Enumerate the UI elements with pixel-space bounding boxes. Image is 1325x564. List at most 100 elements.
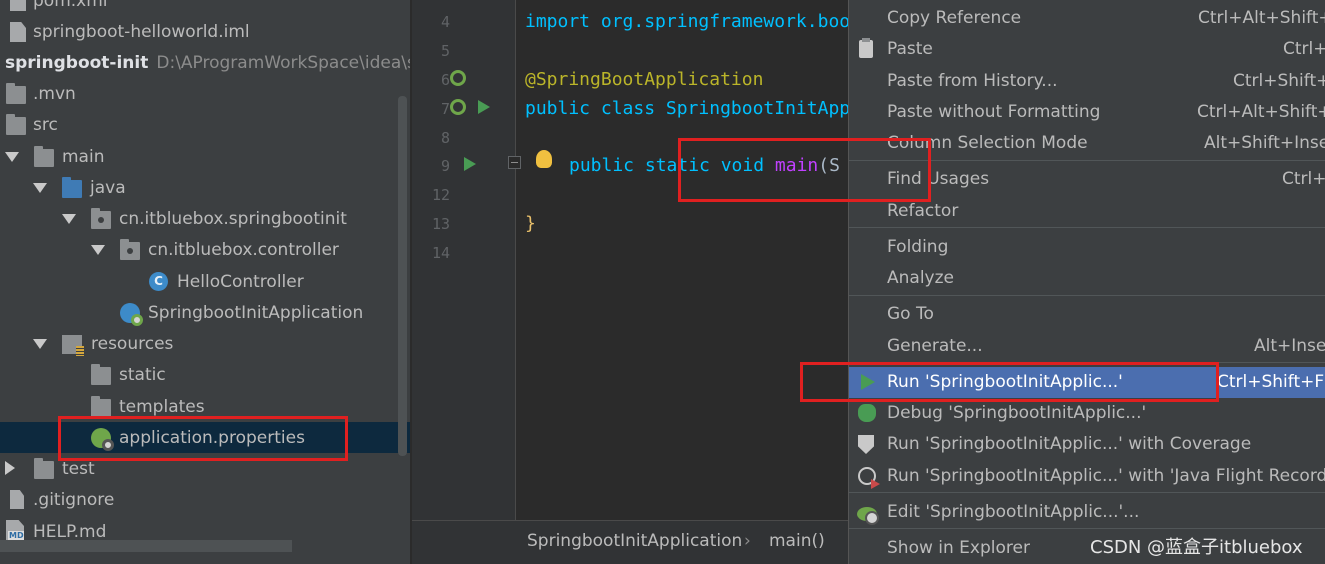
breadcrumb-class[interactable]: SpringbootInitApplication: [527, 531, 742, 551]
menu-item-label: Analyze: [887, 268, 954, 288]
tree-item-gitignore[interactable]: .gitignore: [0, 484, 410, 515]
highlight-box-run-item: [800, 362, 1219, 402]
folder-icon: [34, 146, 54, 167]
menu-item-generate[interactable]: Generate... Alt+Insert: [849, 331, 1325, 362]
menu-item-analyze[interactable]: Analyze: [849, 263, 1325, 294]
menu-item-run-with-coverage[interactable]: Run 'SpringbootInitApplic...' with Cover…: [849, 429, 1325, 460]
intention-bulb-icon[interactable]: [536, 150, 552, 168]
tree-item-pom-xml[interactable]: pom.xml: [0, 0, 410, 16]
edit-configuration-icon: [857, 507, 879, 525]
tree-item-mvn[interactable]: .mvn: [0, 78, 410, 109]
collapse-arrow-icon[interactable]: [5, 461, 15, 475]
code-keyword: public class: [525, 98, 656, 119]
package-icon: [120, 239, 140, 260]
menu-item-edit-configuration[interactable]: Edit 'SpringbootInitApplic...'...: [849, 497, 1325, 528]
folder-icon: [6, 83, 26, 104]
run-gutter-icon[interactable]: [464, 157, 476, 171]
tree-item-label: .gitignore: [33, 489, 115, 510]
menu-item-shortcut: Ctrl+G: [1282, 169, 1325, 189]
spring-bean-gutter-icon[interactable]: [450, 70, 466, 86]
spring-bean-gutter-icon[interactable]: [450, 99, 466, 115]
coverage-icon: [858, 435, 874, 454]
tree-item-label: main: [62, 146, 105, 167]
class-icon: C: [149, 272, 168, 291]
tree-item-package-springbootinit[interactable]: cn.itbluebox.springbootinit: [0, 203, 410, 234]
line-number: 14: [431, 244, 450, 262]
code-brace: }: [525, 213, 536, 234]
tree-item-label: static: [119, 364, 166, 385]
menu-item-go-to[interactable]: Go To: [849, 299, 1325, 330]
menu-item-folding[interactable]: Folding: [849, 232, 1325, 263]
module-name: springboot-init: [5, 52, 149, 73]
tree-item-resources[interactable]: resources: [0, 328, 410, 359]
fold-toggle-icon[interactable]: [508, 156, 521, 169]
tree-item-main[interactable]: main: [0, 141, 410, 172]
tree-item-iml[interactable]: springboot-helloworld.iml: [0, 16, 410, 47]
line-number: 13: [431, 215, 450, 233]
resources-folder-icon: [62, 335, 84, 356]
expand-arrow-icon[interactable]: [91, 245, 105, 255]
menu-item-paste-without-formatting[interactable]: Paste without Formatting Ctrl+Alt+Shift+…: [849, 97, 1325, 128]
csdn-watermark: CSDN @蓝盒子itbluebox: [1090, 537, 1303, 558]
tree-item-package-controller[interactable]: cn.itbluebox.controller: [0, 234, 410, 265]
module-file-icon: [10, 22, 26, 42]
menu-item-paste[interactable]: Paste Ctrl+V: [849, 34, 1325, 65]
code-keyword: import: [525, 11, 591, 32]
menu-item-paste-from-history[interactable]: Paste from History... Ctrl+Shift+V: [849, 66, 1325, 97]
expand-arrow-icon[interactable]: [62, 214, 76, 224]
menu-item-label: Paste from History...: [887, 71, 1058, 91]
menu-item-label: Paste without Formatting: [887, 102, 1101, 122]
tree-item-label: springboot-helloworld.iml: [33, 21, 250, 42]
tree-item-src[interactable]: src: [0, 109, 410, 140]
tree-item-static[interactable]: static: [0, 359, 410, 390]
menu-item-debug-application[interactable]: Debug 'SpringbootInitApplic...': [849, 398, 1325, 429]
code-editor[interactable]: 4 5 6 7 8 9 12 13 14 import org.springfr…: [412, 0, 848, 564]
tree-item-label: HelloController: [177, 271, 304, 292]
tree-item-label: src: [33, 114, 58, 135]
run-gutter-icon[interactable]: [478, 100, 490, 114]
project-vertical-scrollbar[interactable]: [398, 96, 407, 456]
tree-item-label: resources: [91, 333, 174, 354]
highlight-box-properties: [58, 416, 348, 461]
folder-icon: [34, 458, 54, 479]
menu-item-label: Generate...: [887, 336, 983, 356]
folder-icon: [91, 396, 111, 417]
tree-item-label: java: [90, 177, 126, 198]
line-number: 8: [440, 129, 450, 147]
module-path: D:\AProgramWorkSpace\idea\spr: [156, 52, 410, 73]
tree-item-module-root[interactable]: springboot-init D:\AProgramWorkSpace\idea…: [0, 47, 410, 78]
line-number: 4: [440, 13, 450, 31]
breadcrumb-method[interactable]: main(): [769, 531, 825, 551]
spring-boot-class-icon: [120, 303, 143, 326]
tree-item-label: .mvn: [33, 83, 76, 104]
paste-icon: [859, 38, 873, 58]
maven-file-icon: [10, 0, 26, 11]
menu-item-shortcut: Alt+Insert: [1254, 336, 1325, 356]
code-line-4: import org.springframework.boo: [525, 11, 848, 32]
expand-arrow-icon[interactable]: [33, 339, 47, 349]
line-number: 9: [440, 157, 450, 175]
markdown-file-icon: MD: [6, 520, 24, 540]
project-horizontal-scrollbar[interactable]: [0, 540, 292, 552]
menu-separator: [849, 227, 1325, 228]
line-number: 12: [431, 186, 450, 204]
menu-item-label: Copy Reference: [887, 8, 1022, 28]
menu-separator: [849, 295, 1325, 296]
menu-item-label: Show in Explorer: [887, 538, 1030, 558]
tree-item-java[interactable]: java: [0, 172, 410, 203]
profiler-icon: [858, 467, 880, 489]
menu-item-label: Run 'SpringbootInitApplic...' with Cover…: [887, 434, 1252, 454]
menu-item-label: Edit 'SpringbootInitApplic...'...: [887, 502, 1140, 522]
tree-item-springbootinitapplication[interactable]: SpringbootInitApplication: [0, 297, 410, 328]
tree-item-hellocontroller[interactable]: C HelloController: [0, 266, 410, 297]
menu-item-shortcut: Ctrl+Shift+F10: [1217, 372, 1325, 392]
menu-item-copy-reference[interactable]: Copy Reference Ctrl+Alt+Shift+: [849, 3, 1325, 34]
menu-item-run-with-flight-recorder[interactable]: Run 'SpringbootInitApplic...' with 'Java…: [849, 461, 1325, 492]
menu-item-label: Debug 'SpringbootInitApplic...': [887, 403, 1147, 423]
markdown-tag: MD: [8, 531, 24, 540]
tree-item-label: test: [62, 458, 95, 479]
expand-arrow-icon[interactable]: [33, 183, 47, 193]
line-number: 7: [440, 100, 450, 118]
menu-item-label: Go To: [887, 304, 934, 324]
expand-arrow-icon[interactable]: [5, 152, 19, 162]
